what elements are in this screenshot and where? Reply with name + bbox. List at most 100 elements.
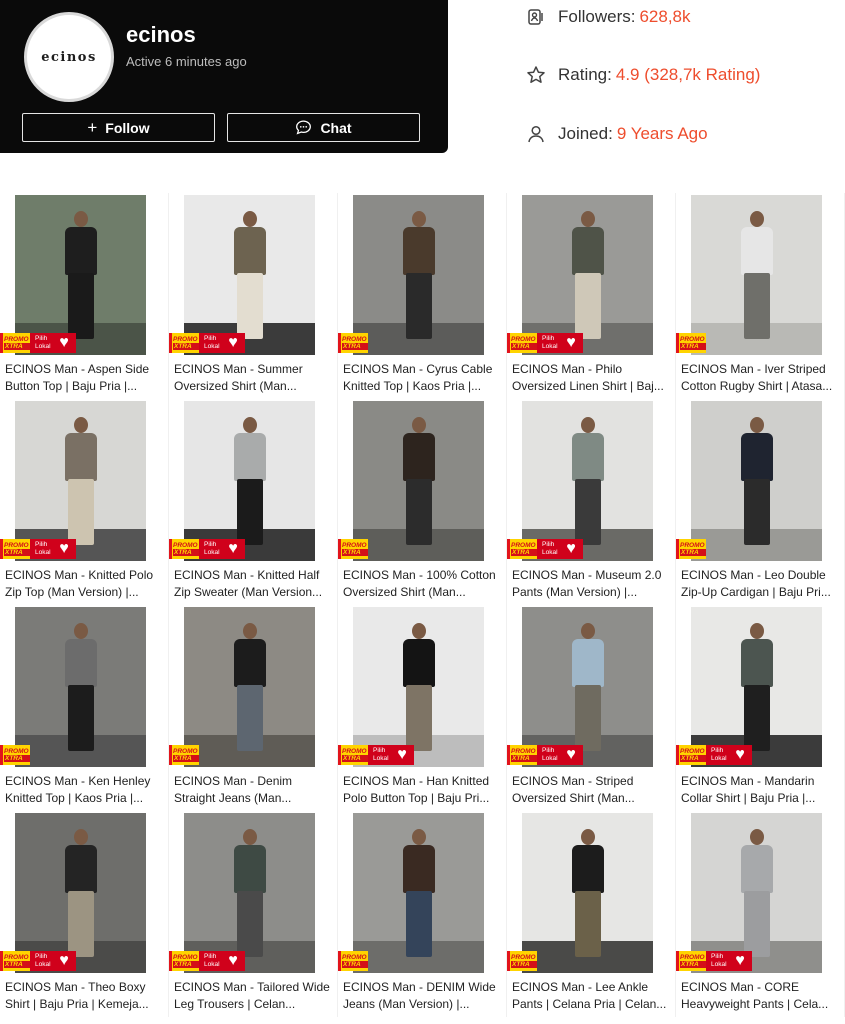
product-image[interactable]	[353, 195, 484, 355]
product-title[interactable]: ECINOS Man - Denim Straight Jeans (Man..…	[174, 773, 334, 807]
badge-group: PROMO XTRA Pilih Lokal ♥	[676, 745, 752, 765]
product-card[interactable]: PROMO XTRA ECINOS Man - 100% Cotton Over…	[338, 399, 507, 605]
badge-group: PROMO XTRA Pilih Lokal ♥	[169, 539, 245, 559]
promo-xtra-badge: PROMO XTRA	[676, 745, 706, 765]
heart-icon: ♥	[566, 746, 576, 763]
promo-xtra-badge: PROMO XTRA	[0, 333, 30, 353]
product-image[interactable]	[184, 607, 315, 767]
product-card[interactable]: PROMO XTRA Pilih Lokal ♥ ECINOS Man - As…	[0, 193, 169, 399]
joined-label: Joined:	[558, 124, 613, 143]
product-image[interactable]	[15, 195, 146, 355]
product-title[interactable]: ECINOS Man - Mandarin Collar Shirt | Baj…	[681, 773, 841, 807]
badge-group: PROMO XTRA	[169, 745, 199, 765]
product-card[interactable]: PROMO XTRA Pilih Lokal ♥ ECINOS Man - St…	[507, 605, 676, 811]
chat-icon	[296, 120, 312, 135]
pilih-lokal-badge: Pilih Lokal ♥	[368, 745, 414, 765]
product-image[interactable]	[691, 401, 822, 561]
model-figure	[737, 211, 777, 341]
product-card[interactable]: PROMO XTRA Pilih Lokal ♥ ECINOS Man - Ph…	[507, 193, 676, 399]
product-title[interactable]: ECINOS Man - 100% Cotton Oversized Shirt…	[343, 567, 503, 601]
product-card[interactable]: PROMO XTRA ECINOS Man - Lee Ankle Pants …	[507, 811, 676, 1017]
product-image[interactable]	[691, 813, 822, 973]
shop-header: ecinos ecinos Active 6 minutes ago + Fol…	[0, 0, 448, 153]
model-figure	[399, 211, 439, 341]
joined-value: 9 Years Ago	[616, 124, 708, 143]
product-image[interactable]	[353, 401, 484, 561]
promo-xtra-badge: PROMO XTRA	[0, 951, 30, 971]
promo-xtra-badge: PROMO XTRA	[0, 539, 30, 559]
follow-button[interactable]: + Follow	[22, 113, 215, 142]
product-title[interactable]: ECINOS Man - Ken Henley Knitted Top | Ka…	[5, 773, 165, 807]
product-image[interactable]	[15, 401, 146, 561]
product-title[interactable]: ECINOS Man - DENIM Wide Jeans (Man Versi…	[343, 979, 503, 1013]
product-image[interactable]	[522, 195, 653, 355]
product-card[interactable]: PROMO XTRA ECINOS Man - Leo Double Zip-U…	[676, 399, 845, 605]
badge-group: PROMO XTRA Pilih Lokal ♥	[169, 951, 245, 971]
product-title[interactable]: ECINOS Man - Han Knitted Polo Button Top…	[343, 773, 503, 807]
pilih-lokal-badge: Pilih Lokal ♥	[30, 951, 76, 971]
product-title[interactable]: ECINOS Man - Cyrus Cable Knitted Top | K…	[343, 361, 503, 395]
product-card[interactable]: PROMO XTRA Pilih Lokal ♥ ECINOS Man - Su…	[169, 193, 338, 399]
badge-group: PROMO XTRA	[676, 333, 706, 353]
product-image[interactable]	[691, 195, 822, 355]
pilih-lokal-badge: Pilih Lokal ♥	[537, 333, 583, 353]
product-card[interactable]: PROMO XTRA Pilih Lokal ♥ ECINOS Man - Th…	[0, 811, 169, 1017]
shop-active-status: Active 6 minutes ago	[126, 54, 247, 69]
product-card[interactable]: PROMO XTRA ECINOS Man - Denim Straight J…	[169, 605, 338, 811]
product-image[interactable]	[522, 813, 653, 973]
product-title[interactable]: ECINOS Man - Iver Striped Cotton Rugby S…	[681, 361, 841, 395]
product-title[interactable]: ECINOS Man - Museum 2.0 Pants (Man Versi…	[512, 567, 672, 601]
product-image[interactable]	[15, 607, 146, 767]
product-title[interactable]: ECINOS Man - Philo Oversized Linen Shirt…	[512, 361, 672, 395]
product-image[interactable]	[522, 607, 653, 767]
product-image[interactable]	[184, 813, 315, 973]
product-card[interactable]: PROMO XTRA Pilih Lokal ♥ ECINOS Man - Kn…	[169, 399, 338, 605]
product-image[interactable]	[522, 401, 653, 561]
product-card[interactable]: PROMO XTRA Pilih Lokal ♥ ECINOS Man - Ta…	[169, 811, 338, 1017]
shop-name: ecinos	[126, 22, 196, 47]
product-title[interactable]: ECINOS Man - Leo Double Zip-Up Cardigan …	[681, 567, 841, 601]
rating-value: 4.9 (328,7k Rating)	[615, 65, 761, 84]
product-card[interactable]: PROMO XTRA ECINOS Man - Ken Henley Knitt…	[0, 605, 169, 811]
promo-xtra-badge: PROMO XTRA	[507, 539, 537, 559]
promo-xtra-badge: PROMO XTRA	[169, 539, 199, 559]
product-image[interactable]	[691, 607, 822, 767]
heart-icon: ♥	[59, 952, 69, 969]
product-card[interactable]: PROMO XTRA ECINOS Man - DENIM Wide Jeans…	[338, 811, 507, 1017]
product-image[interactable]	[184, 195, 315, 355]
heart-icon: ♥	[566, 540, 576, 557]
product-title[interactable]: ECINOS Man - Knitted Half Zip Sweater (M…	[174, 567, 334, 601]
product-image[interactable]	[353, 813, 484, 973]
product-title[interactable]: ECINOS Man - Striped Oversized Shirt (Ma…	[512, 773, 672, 807]
product-image[interactable]	[15, 813, 146, 973]
heart-icon: ♥	[735, 952, 745, 969]
product-image[interactable]	[353, 607, 484, 767]
product-title[interactable]: ECINOS Man - Tailored Wide Leg Trousers …	[174, 979, 334, 1013]
chat-button[interactable]: Chat	[227, 113, 420, 142]
product-title[interactable]: ECINOS Man - Knitted Polo Zip Top (Man V…	[5, 567, 165, 601]
model-figure	[61, 417, 101, 547]
product-card[interactable]: PROMO XTRA Pilih Lokal ♥ ECINOS Man - CO…	[676, 811, 845, 1017]
promo-xtra-badge: PROMO XTRA	[507, 333, 537, 353]
model-figure	[737, 417, 777, 547]
shop-avatar[interactable]: ecinos	[24, 12, 114, 102]
heart-icon: ♥	[59, 540, 69, 557]
product-image[interactable]	[184, 401, 315, 561]
promo-xtra-badge: PROMO XTRA	[169, 333, 199, 353]
product-card[interactable]: PROMO XTRA ECINOS Man - Cyrus Cable Knit…	[338, 193, 507, 399]
product-title[interactable]: ECINOS Man - Lee Ankle Pants | Celana Pr…	[512, 979, 672, 1013]
product-title[interactable]: ECINOS Man - CORE Heavyweight Pants | Ce…	[681, 979, 841, 1013]
product-card[interactable]: PROMO XTRA Pilih Lokal ♥ ECINOS Man - Ma…	[676, 605, 845, 811]
product-title[interactable]: ECINOS Man - Summer Oversized Shirt (Man…	[174, 361, 334, 395]
model-figure	[230, 211, 270, 341]
product-card[interactable]: PROMO XTRA Pilih Lokal ♥ ECINOS Man - Kn…	[0, 399, 169, 605]
product-card[interactable]: PROMO XTRA Pilih Lokal ♥ ECINOS Man - Ha…	[338, 605, 507, 811]
heart-icon: ♥	[59, 334, 69, 351]
followers-value: 628,8k	[639, 7, 691, 26]
product-title[interactable]: ECINOS Man - Theo Boxy Shirt | Baju Pria…	[5, 979, 165, 1013]
pilih-lokal-badge: Pilih Lokal ♥	[706, 951, 752, 971]
product-card[interactable]: PROMO XTRA Pilih Lokal ♥ ECINOS Man - Mu…	[507, 399, 676, 605]
product-card[interactable]: PROMO XTRA ECINOS Man - Iver Striped Cot…	[676, 193, 845, 399]
product-title[interactable]: ECINOS Man - Aspen Side Button Top | Baj…	[5, 361, 165, 395]
stat-followers: Followers: 628,8k	[526, 7, 691, 27]
